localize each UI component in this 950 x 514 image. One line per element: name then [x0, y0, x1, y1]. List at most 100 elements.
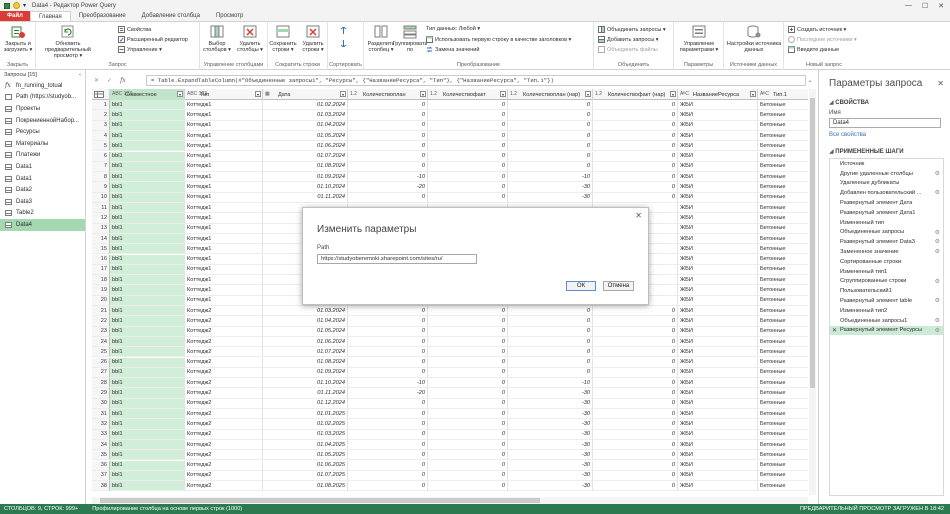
table-cell[interactable]: Коттедж2 [185, 336, 263, 348]
table-cell[interactable]: 01.03.2024 [263, 110, 348, 121]
query-item[interactable]: Платежи [0, 150, 85, 162]
table-cell[interactable]: ЖБИ [678, 481, 758, 492]
manage-button[interactable]: Управление ▾ [118, 46, 162, 53]
column-type-icon[interactable]: 1.2 [430, 92, 440, 97]
row-number[interactable]: 34 [92, 439, 110, 451]
column-type-icon[interactable]: ▦ [265, 92, 275, 97]
table-cell[interactable]: Бетонные [758, 182, 808, 193]
column-filter-dropdown-icon[interactable]: ▾ [670, 91, 676, 97]
vertical-scroll-thumb[interactable] [810, 98, 815, 388]
column-header[interactable]: 1.2 Количествофакт ▾ [428, 89, 508, 100]
query-item[interactable]: Материалы [0, 138, 85, 150]
remove-rows-button[interactable]: Удалить строки ▾ [298, 25, 328, 53]
table-cell[interactable]: bbl1 [110, 141, 185, 152]
smile-feedback-icon[interactable] [13, 2, 20, 9]
table-cell[interactable]: 0 [428, 388, 508, 399]
table-cell[interactable]: Коттедж1 [185, 100, 263, 111]
applied-step[interactable]: Другие удаленные столбцы ⚙ [830, 169, 943, 179]
table-cell[interactable]: Коттедж1 [185, 130, 263, 142]
row-number[interactable]: 13 [92, 223, 110, 234]
quick-access-dropdown-icon[interactable]: ▾ [23, 2, 26, 9]
table-cell[interactable]: ЖБИ [678, 336, 758, 348]
table-cell[interactable]: -10 [508, 172, 593, 183]
applied-step[interactable]: Источник [830, 159, 943, 169]
column-filter-dropdown-icon[interactable]: ▾ [255, 91, 261, 97]
table-corner-button[interactable] [92, 89, 110, 100]
table-cell[interactable]: -20 [348, 388, 428, 399]
collapse-pane-icon[interactable]: ‹ [79, 72, 81, 78]
query-item[interactable]: ПокрениеннойНабор... [0, 115, 85, 127]
table-cell[interactable]: 0 [348, 367, 428, 379]
table-cell[interactable]: Бетонные [758, 131, 808, 142]
table-cell[interactable]: 0 [348, 429, 428, 440]
combine-files-button[interactable]: Объединить файлы [598, 46, 658, 53]
column-filter-dropdown-icon[interactable]: ▾ [420, 91, 426, 97]
table-cell[interactable]: ЖБИ [678, 223, 758, 234]
table-cell[interactable]: Коттедж1 [185, 223, 263, 234]
table-cell[interactable]: Бетонные [758, 327, 808, 337]
table-cell[interactable]: Коттедж1 [185, 213, 263, 224]
table-cell[interactable]: Бетонные [758, 368, 808, 379]
table-cell[interactable]: ЖБИ [678, 460, 758, 471]
table-cell[interactable]: ЖБИ [678, 409, 758, 420]
table-cell[interactable]: 01.06.2024 [263, 141, 348, 152]
table-cell[interactable]: Коттедж1 [185, 172, 263, 183]
table-cell[interactable]: bbl1 [110, 182, 185, 193]
table-cell[interactable]: ЖБИ [678, 306, 758, 317]
table-cell[interactable]: 0 [593, 429, 678, 440]
properties-section-header[interactable]: ◢ СВОЙСТВА [829, 99, 869, 106]
table-cell[interactable]: 0 [428, 336, 508, 348]
applied-step[interactable]: ✕ Развернутый элемент Ресурсы ⚙ [830, 325, 943, 336]
row-number[interactable]: 22 [92, 316, 110, 327]
table-cell[interactable]: 0 [348, 419, 428, 430]
table-cell[interactable]: ЖБИ [678, 347, 758, 358]
vertical-scrollbar[interactable] [809, 89, 816, 495]
table-cell[interactable]: ЖБИ [678, 429, 758, 440]
formula-apply-icon[interactable]: ✓ [107, 77, 112, 84]
row-number[interactable]: 14 [92, 233, 110, 245]
row-number[interactable]: 20 [92, 295, 110, 306]
table-cell[interactable]: -30 [508, 470, 593, 482]
table-cell[interactable]: Бетонные [758, 306, 808, 317]
table-cell[interactable]: ЖБИ [678, 203, 758, 214]
table-cell[interactable]: 0 [593, 161, 678, 173]
table-cell[interactable]: bbl1 [110, 203, 185, 214]
applied-step[interactable]: Замененное значение ⚙ [830, 247, 943, 257]
table-cell[interactable]: ЖБИ [678, 388, 758, 399]
table-cell[interactable]: Коттедж2 [185, 388, 263, 399]
table-cell[interactable]: Коттедж2 [185, 429, 263, 440]
table-cell[interactable]: 0 [593, 130, 678, 142]
split-column-button[interactable]: Разделить столбец ▾ [366, 25, 396, 53]
row-number[interactable]: 12 [92, 213, 110, 224]
table-cell[interactable]: 0 [508, 100, 593, 111]
table-cell[interactable]: Коттедж1 [185, 233, 263, 245]
table-cell[interactable]: bbl1 [110, 450, 185, 461]
table-cell[interactable]: bbl1 [110, 367, 185, 379]
sort-ascending-button[interactable] [340, 26, 347, 34]
table-cell[interactable]: 0 [428, 460, 508, 471]
row-number[interactable]: 32 [92, 419, 110, 430]
table-cell[interactable]: bbl1 [110, 254, 185, 265]
table-cell[interactable]: 01.11.2024 [263, 388, 348, 399]
first-row-headers-button[interactable]: Использовать первую строку в качестве за… [426, 36, 571, 43]
properties-button[interactable]: Свойства [118, 26, 151, 33]
table-cell[interactable]: -30 [508, 429, 593, 440]
group-by-button[interactable]: Группировать по [393, 25, 427, 53]
applied-step[interactable]: Сгруппированные строки ⚙ [830, 277, 943, 287]
table-cell[interactable]: bbl1 [110, 161, 185, 173]
table-cell[interactable]: 01.06.2024 [263, 336, 348, 348]
row-number[interactable]: 23 [92, 326, 110, 337]
tab-add-column[interactable]: Добавление столбца [134, 11, 208, 21]
row-number[interactable]: 15 [92, 244, 110, 255]
table-cell[interactable]: 0 [348, 306, 428, 317]
table-cell[interactable]: 0 [593, 336, 678, 348]
table-cell[interactable]: 01.04.2025 [263, 439, 348, 451]
table-cell[interactable]: 0 [348, 161, 428, 173]
table-cell[interactable]: Бетонные [758, 275, 808, 286]
minimize-button[interactable]: — [905, 2, 912, 10]
keep-rows-button[interactable]: Сохранить строки ▾ [268, 25, 298, 53]
table-cell[interactable]: 0 [593, 316, 678, 327]
table-cell[interactable]: 0 [593, 347, 678, 358]
table-cell[interactable]: 0 [428, 470, 508, 482]
table-cell[interactable]: Бетонные [758, 440, 808, 451]
